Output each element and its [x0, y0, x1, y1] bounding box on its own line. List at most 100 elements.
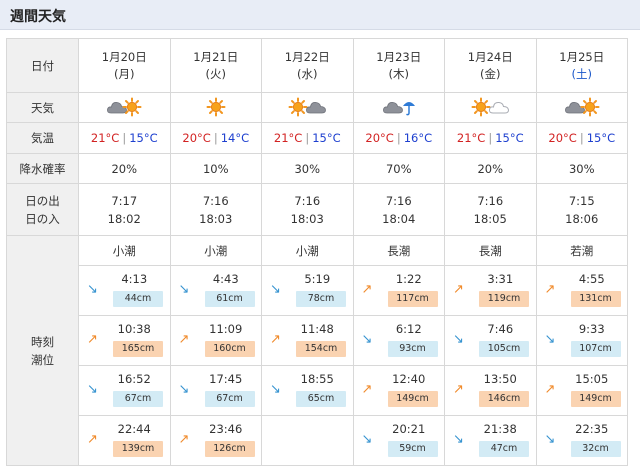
tide-cell: ↘ 16:52 67cm: [78, 365, 171, 416]
tide-cell: ↘ 18:55 65cm: [261, 365, 354, 416]
low-temp: 16°C: [403, 131, 433, 145]
weekday-text: (土): [571, 66, 592, 81]
tide-cell: ↗ 1:22 117cm: [352, 265, 445, 316]
label-tide: 時刻 潮位: [6, 235, 79, 466]
sunrise-sunset-cell: 7:16 18:03: [261, 183, 354, 236]
tide-level-badge: 32cm: [570, 441, 621, 457]
label-rain-probability: 降水確率: [6, 153, 79, 184]
tide-time: 4:55: [578, 272, 605, 286]
sunset-time: 18:04: [382, 211, 416, 226]
sunrise-time: 7:17: [111, 193, 138, 208]
tide-entry: ↘ 18:55 65cm: [262, 366, 353, 415]
tide-name-cell: 長潮: [444, 235, 537, 266]
tide-time: 20:21: [392, 422, 426, 436]
sunset-time: 18:02: [107, 211, 141, 226]
tide-cell: ↘ 20:21 59cm: [352, 415, 445, 466]
tide-entry: ↗ 1:22 117cm: [354, 266, 445, 315]
tide-cell: ↗ 22:44 139cm: [78, 415, 171, 466]
tide-level-badge: 67cm: [204, 391, 255, 407]
rain-probability-cell: 20%: [78, 153, 171, 184]
tide-level-badge: 67cm: [113, 391, 163, 407]
weather-icons: [288, 96, 327, 118]
tide-entry: ↘ 16:52 67cm: [79, 366, 170, 415]
tide-entry: ↘ 22:35 32cm: [537, 416, 628, 465]
tide-time: 12:40: [392, 372, 426, 386]
sunset-time: 18:03: [290, 211, 324, 226]
tide-time: 4:13: [121, 272, 148, 286]
high-temp: 21°C: [273, 131, 303, 145]
rain-probability-cell: 20%: [444, 153, 537, 184]
sunrise-time: 7:16: [202, 193, 229, 208]
sunrise-sunset-cell: 7:16 18:03: [169, 183, 262, 236]
weather-cell: [169, 92, 262, 123]
date-cell: 1月25日 (土): [535, 38, 628, 93]
tide-entry: ↘ 17:45 67cm: [171, 366, 262, 415]
tide-entry: ↗ 12:40 149cm: [354, 366, 445, 415]
label-tide-time: 時刻: [31, 334, 54, 349]
weekday-text: (火): [205, 66, 226, 81]
tide-name-cell: 小潮: [261, 235, 354, 266]
tide-cell: ↘ 5:19 78cm: [261, 265, 354, 316]
tide-level-badge: 47cm: [479, 441, 529, 457]
tide-time: 21:38: [483, 422, 517, 436]
tide-cell: [261, 415, 354, 466]
weekday-text: (水): [297, 66, 318, 81]
tide-time: 11:48: [300, 322, 334, 336]
tide-entry: ↘ 9:33 107cm: [537, 316, 628, 365]
date-text: 1月21日: [193, 49, 239, 64]
tide-name-cell: 小潮: [78, 235, 171, 266]
row-temperature: 気温 21°C | 15°C 20°C | 14°C 21°C | 15°C 20°C | 16°C 21…: [6, 122, 628, 154]
tide-level-badge: 149cm: [387, 391, 438, 407]
date-text: 1月20日: [101, 49, 147, 64]
date-cell: 1月24日 (金): [444, 38, 537, 93]
high-temp: 21°C: [456, 131, 486, 145]
tide-cell: ↗ 15:05 149cm: [535, 365, 628, 416]
sunrise-time: 7:16: [385, 193, 412, 208]
tide-level-badge: 139cm: [113, 441, 163, 457]
temperature-cell: 20°C | 16°C: [352, 122, 445, 154]
rain-probability-cell: 70%: [352, 153, 445, 184]
umbrella-icon: [402, 98, 416, 116]
tide-name-cell: 小潮: [169, 235, 262, 266]
tide-cell: ↗ 12:40 149cm: [352, 365, 445, 416]
tide-level-badge: 105cm: [479, 341, 529, 357]
tide-time: 6:12: [395, 322, 422, 336]
temp-separator: |: [488, 131, 493, 145]
tide-level-badge: 107cm: [570, 341, 621, 357]
tide-time: 16:52: [117, 372, 151, 386]
low-temp: 15°C: [495, 131, 524, 145]
tide-level-badge: 131cm: [570, 291, 621, 307]
tide-entry: ↘ 20:21 59cm: [354, 416, 445, 465]
temperature-cell: 21°C | 15°C: [261, 122, 354, 154]
tide-level-badge: 117cm: [387, 291, 438, 307]
tide-name-cell: 長潮: [352, 235, 445, 266]
temperature-cell: 20°C | 15°C: [535, 122, 628, 154]
sun-icon: [580, 97, 600, 117]
tide-time: 3:31: [487, 272, 514, 286]
tide-time: 4:43: [212, 272, 239, 286]
tide-cell: ↘ 7:46 105cm: [444, 315, 537, 366]
low-temp: 15°C: [586, 131, 616, 145]
label-temperature: 気温: [6, 122, 79, 154]
high-temp: 20°C: [365, 131, 394, 145]
tide-name-cell: 若潮: [535, 235, 628, 266]
tide-cell: ↘ 17:45 67cm: [169, 365, 262, 416]
high-temp: 20°C: [548, 131, 577, 145]
label-sunset: 日の入: [25, 211, 60, 226]
tide-cell: ↘ 4:43 61cm: [169, 265, 262, 316]
tide-level-badge: 126cm: [204, 441, 255, 457]
tide-level-badge: 119cm: [479, 291, 529, 307]
sunrise-time: 7:15: [568, 193, 595, 208]
tide-level-badge: 154cm: [296, 341, 346, 357]
tide-entry: ↗ 3:31 119cm: [445, 266, 536, 315]
sun-icon: [206, 97, 226, 117]
tide-entry: ↗ 11:48 154cm: [262, 316, 353, 365]
sunset-time: 18:03: [199, 211, 233, 226]
row-weather: 天気: [6, 92, 628, 123]
date-text: 1月23日: [376, 49, 422, 64]
weekly-weather-table: 日付 1月20日 (月) 1月21日 (火) 1月22日 (水) 1月23日 (木) 1月24日 (…: [6, 38, 628, 466]
sunrise-sunset-cell: 7:17 18:02: [78, 183, 171, 236]
weather-cell: [78, 92, 171, 123]
tide-entry: ↘ 4:43 61cm: [171, 266, 262, 315]
sunrise-sunset-cell: 7:16 18:04: [352, 183, 445, 236]
